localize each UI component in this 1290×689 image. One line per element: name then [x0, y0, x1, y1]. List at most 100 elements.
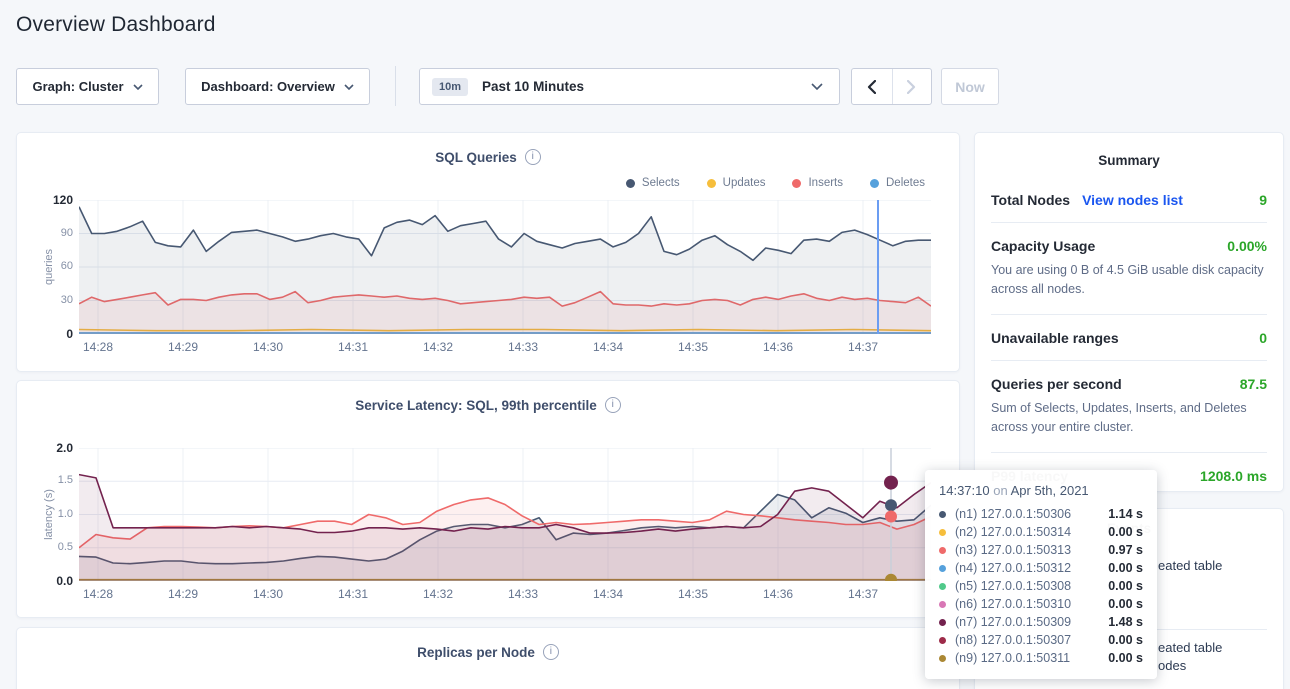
time-prev-button[interactable]	[852, 69, 892, 104]
total-nodes-label: Total Nodes	[991, 192, 1070, 208]
sql-queries-panel: SQL Queriesi Selects Updates Inserts Delete…	[16, 132, 960, 372]
x-tick-label: 14:36	[748, 587, 808, 601]
tooltip-node-value: 0.00 s	[1108, 597, 1143, 611]
tooltip-node-label: (n6) 127.0.0.1:50310	[955, 597, 1071, 611]
tooltip-row: (n5) 127.0.0.1:503080.00 s	[939, 577, 1143, 595]
sql-queries-title: SQL Queriesi	[17, 149, 959, 165]
tooltip-node-label: (n2) 127.0.0.1:50314	[955, 525, 1071, 539]
time-range-selector[interactable]: 10m Past 10 Minutes	[419, 68, 840, 105]
y-axis-title: queries	[43, 200, 55, 334]
legend-item-updates[interactable]: Updates	[707, 177, 766, 189]
tooltip-node-value: 0.00 s	[1108, 561, 1143, 575]
x-tick-label: 14:37	[833, 587, 893, 601]
chart-plot-area[interactable]	[79, 448, 931, 586]
tooltip-row: (n6) 127.0.0.1:50310 0.00 s	[939, 595, 1143, 613]
tooltip-row: (n9) 127.0.0.1:503110.00 s	[939, 649, 1143, 667]
x-axis-labels: 14:2814:2914:3014:3114:3214:3314:3414:35…	[79, 340, 931, 356]
chevron-down-icon	[344, 84, 354, 90]
time-next-button[interactable]	[892, 69, 932, 104]
x-tick-label: 14:33	[493, 340, 553, 354]
tooltip-node-value: 0.00 s	[1108, 579, 1143, 593]
tooltip-row: (n3) 127.0.0.1:50313 0.97 s	[939, 541, 1143, 559]
total-nodes-value: 9	[1259, 192, 1267, 208]
x-tick-label: 14:29	[153, 340, 213, 354]
y-tick-label: 30	[61, 294, 73, 306]
dashboard-dropdown-label: Dashboard: Overview	[201, 79, 335, 94]
legend-item-selects[interactable]: Selects	[626, 177, 680, 189]
y-tick-label: 0	[66, 327, 73, 341]
tooltip-row: (n8) 127.0.0.1:503070.00 s	[939, 631, 1143, 649]
p99-latency-value: 1208.0 ms	[1200, 468, 1267, 484]
now-button[interactable]: Now	[941, 68, 999, 105]
chevron-right-icon	[907, 80, 916, 94]
tooltip-node-value: 1.14 s	[1108, 507, 1143, 521]
x-tick-label: 14:30	[238, 587, 298, 601]
y-tick-label: 1.5	[58, 474, 73, 486]
service-latency-panel: Service Latency: SQL, 99th percentilei 0…	[16, 380, 960, 618]
x-tick-label: 14:30	[238, 340, 298, 354]
y-axis-title: latency (s)	[43, 448, 55, 581]
x-tick-label: 14:34	[578, 587, 638, 601]
tooltip-row: (n7) 127.0.0.1:503091.48 s	[939, 613, 1143, 631]
page-title: Overview Dashboard	[16, 13, 216, 37]
x-tick-label: 14:33	[493, 587, 553, 601]
replicas-per-node-title: Replicas per Nodei	[17, 644, 959, 660]
summary-row-unavailable-ranges: Unavailable ranges 0	[991, 314, 1267, 360]
time-range-label: Past 10 Minutes	[482, 79, 584, 94]
x-tick-label: 14:35	[663, 587, 723, 601]
legend-label: Inserts	[808, 177, 843, 189]
y-tick-label: 0.0	[56, 574, 73, 588]
legend-item-inserts[interactable]: Inserts	[792, 177, 843, 189]
tooltip-timestamp: 14:37:10 on Apr 5th, 2021	[939, 483, 1143, 498]
graph-dropdown[interactable]: Graph: Cluster	[16, 68, 159, 105]
queries-per-second-label: Queries per second	[991, 376, 1122, 392]
event-item[interactable]: eated table	[1158, 640, 1222, 655]
summary-title: Summary	[975, 133, 1283, 168]
replicas-per-node-panel: Replicas per Nodei	[16, 627, 960, 689]
capacity-usage-value: 0.00%	[1227, 238, 1267, 254]
tooltip-node-label: (n1) 127.0.0.1:50306	[955, 507, 1071, 521]
y-tick-label: 90	[61, 227, 73, 239]
capacity-usage-desc: You are using 0 B of 4.5 GiB usable disk…	[991, 261, 1267, 300]
unavailable-ranges-label: Unavailable ranges	[991, 330, 1119, 346]
tooltip-row: (n2) 127.0.0.1:503140.00 s	[939, 523, 1143, 541]
legend-dot-icon	[626, 179, 635, 188]
node-color-dot-icon	[939, 565, 946, 572]
tooltip-node-label: (n3) 127.0.0.1:50313	[955, 543, 1071, 557]
x-tick-label: 14:32	[408, 340, 468, 354]
node-color-dot-icon	[939, 547, 946, 554]
chart-plot-area[interactable]	[79, 200, 931, 339]
legend-label: Deletes	[886, 177, 925, 189]
info-icon[interactable]: i	[605, 397, 621, 413]
node-color-dot-icon	[939, 619, 946, 626]
chevron-left-icon	[867, 80, 876, 94]
legend-dot-icon	[707, 179, 716, 188]
tooltip-node-value: 0.97 s	[1108, 543, 1143, 557]
summary-row-total-nodes: Total Nodes View nodes list 9	[991, 177, 1267, 222]
time-range-badge: 10m	[432, 78, 468, 96]
tooltip-node-label: (n4) 127.0.0.1:50312	[955, 561, 1071, 575]
info-icon[interactable]: i	[525, 149, 541, 165]
legend-label: Updates	[723, 177, 766, 189]
tooltip-row: (n4) 127.0.0.1:50312 0.00 s	[939, 559, 1143, 577]
x-tick-label: 14:32	[408, 587, 468, 601]
y-tick-label: 60	[61, 260, 73, 272]
event-item[interactable]: eated table	[1158, 558, 1222, 573]
legend-item-deletes[interactable]: Deletes	[870, 177, 925, 189]
chevron-down-icon	[811, 83, 823, 90]
node-color-dot-icon	[939, 583, 946, 590]
legend-label: Selects	[642, 177, 680, 189]
dashboard-dropdown[interactable]: Dashboard: Overview	[185, 68, 370, 105]
info-icon[interactable]: i	[543, 644, 559, 660]
y-tick-label: 0.5	[58, 541, 73, 553]
tooltip-node-value: 0.00 s	[1108, 633, 1143, 647]
queries-per-second-desc: Sum of Selects, Updates, Inserts, and De…	[991, 399, 1267, 438]
x-tick-label: 14:28	[68, 340, 128, 354]
legend-dot-icon	[870, 179, 879, 188]
event-item[interactable]: odes	[1158, 658, 1186, 673]
view-nodes-list-link[interactable]: View nodes list	[1082, 192, 1183, 208]
summary-row-capacity-usage: Capacity Usage 0.00% You are using 0 B o…	[991, 222, 1267, 314]
node-color-dot-icon	[939, 529, 946, 536]
x-tick-label: 14:29	[153, 587, 213, 601]
unavailable-ranges-value: 0	[1259, 330, 1267, 346]
